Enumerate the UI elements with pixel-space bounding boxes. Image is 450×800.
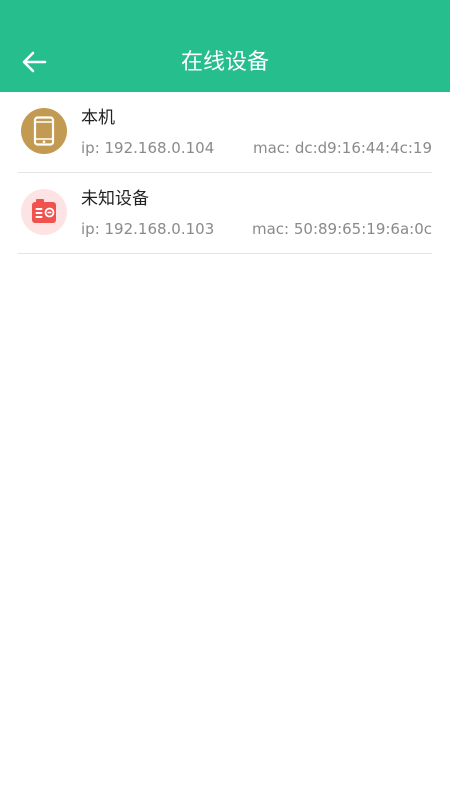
app-bar: 在线设备	[0, 0, 450, 92]
device-list: 本机 ip: 192.168.0.104 mac: dc:d9:16:44:4c…	[0, 92, 450, 254]
device-mac: mac: 50:89:65:19:6a:0c	[251, 220, 432, 238]
device-item-local[interactable]: 本机 ip: 192.168.0.104 mac: dc:d9:16:44:4c…	[18, 92, 432, 173]
device-avatar	[21, 189, 67, 235]
device-name: 未知设备	[81, 189, 149, 209]
device-ip: ip: 192.168.0.103	[81, 220, 215, 238]
phone-icon	[33, 116, 55, 146]
device-avatar	[21, 108, 67, 154]
device-ip: ip: 192.168.0.104	[81, 139, 215, 157]
device-item-unknown[interactable]: 未知设备 ip: 192.168.0.103 mac: 50:89:65:19:…	[18, 173, 432, 254]
unknown-device-icon	[32, 199, 56, 223]
page-title: 在线设备	[180, 50, 269, 75]
device-mac: mac: dc:d9:16:44:4c:19	[252, 139, 432, 157]
device-name: 本机	[81, 108, 115, 128]
